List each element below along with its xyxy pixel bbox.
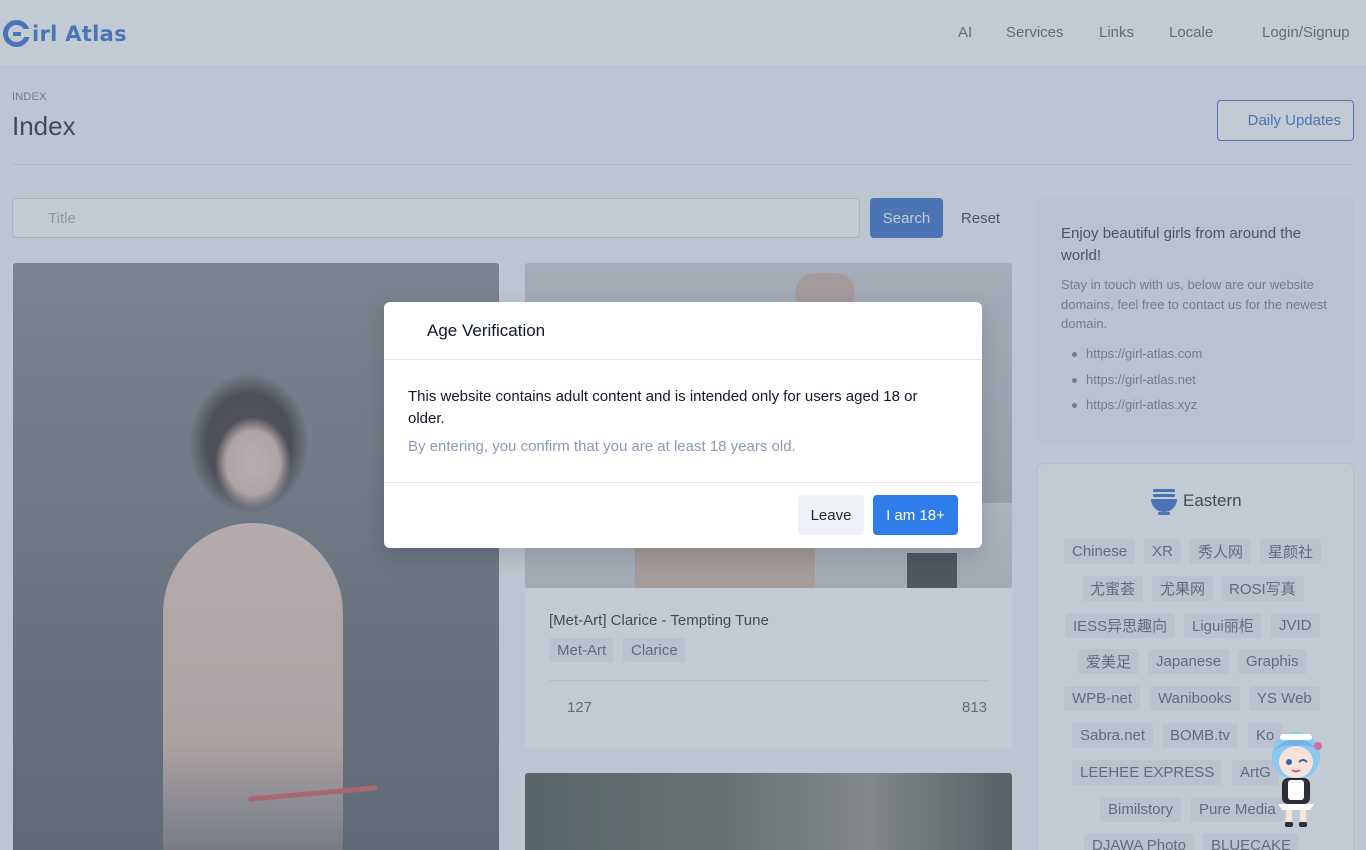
age-verification-dialog: Age Verification This website contains a… <box>384 302 982 548</box>
dialog-divider <box>384 482 982 483</box>
dialog-message: This website contains adult content and … <box>408 388 918 427</box>
dialog-title: Age Verification <box>427 321 546 340</box>
dialog-divider <box>384 359 982 360</box>
confirm-age-button[interactable]: I am 18+ <box>873 495 958 535</box>
mascot-icon[interactable] <box>1266 726 1330 830</box>
leave-button[interactable]: Leave <box>798 495 864 535</box>
dialog-subtext: By entering, you confirm that you are at… <box>408 438 796 455</box>
